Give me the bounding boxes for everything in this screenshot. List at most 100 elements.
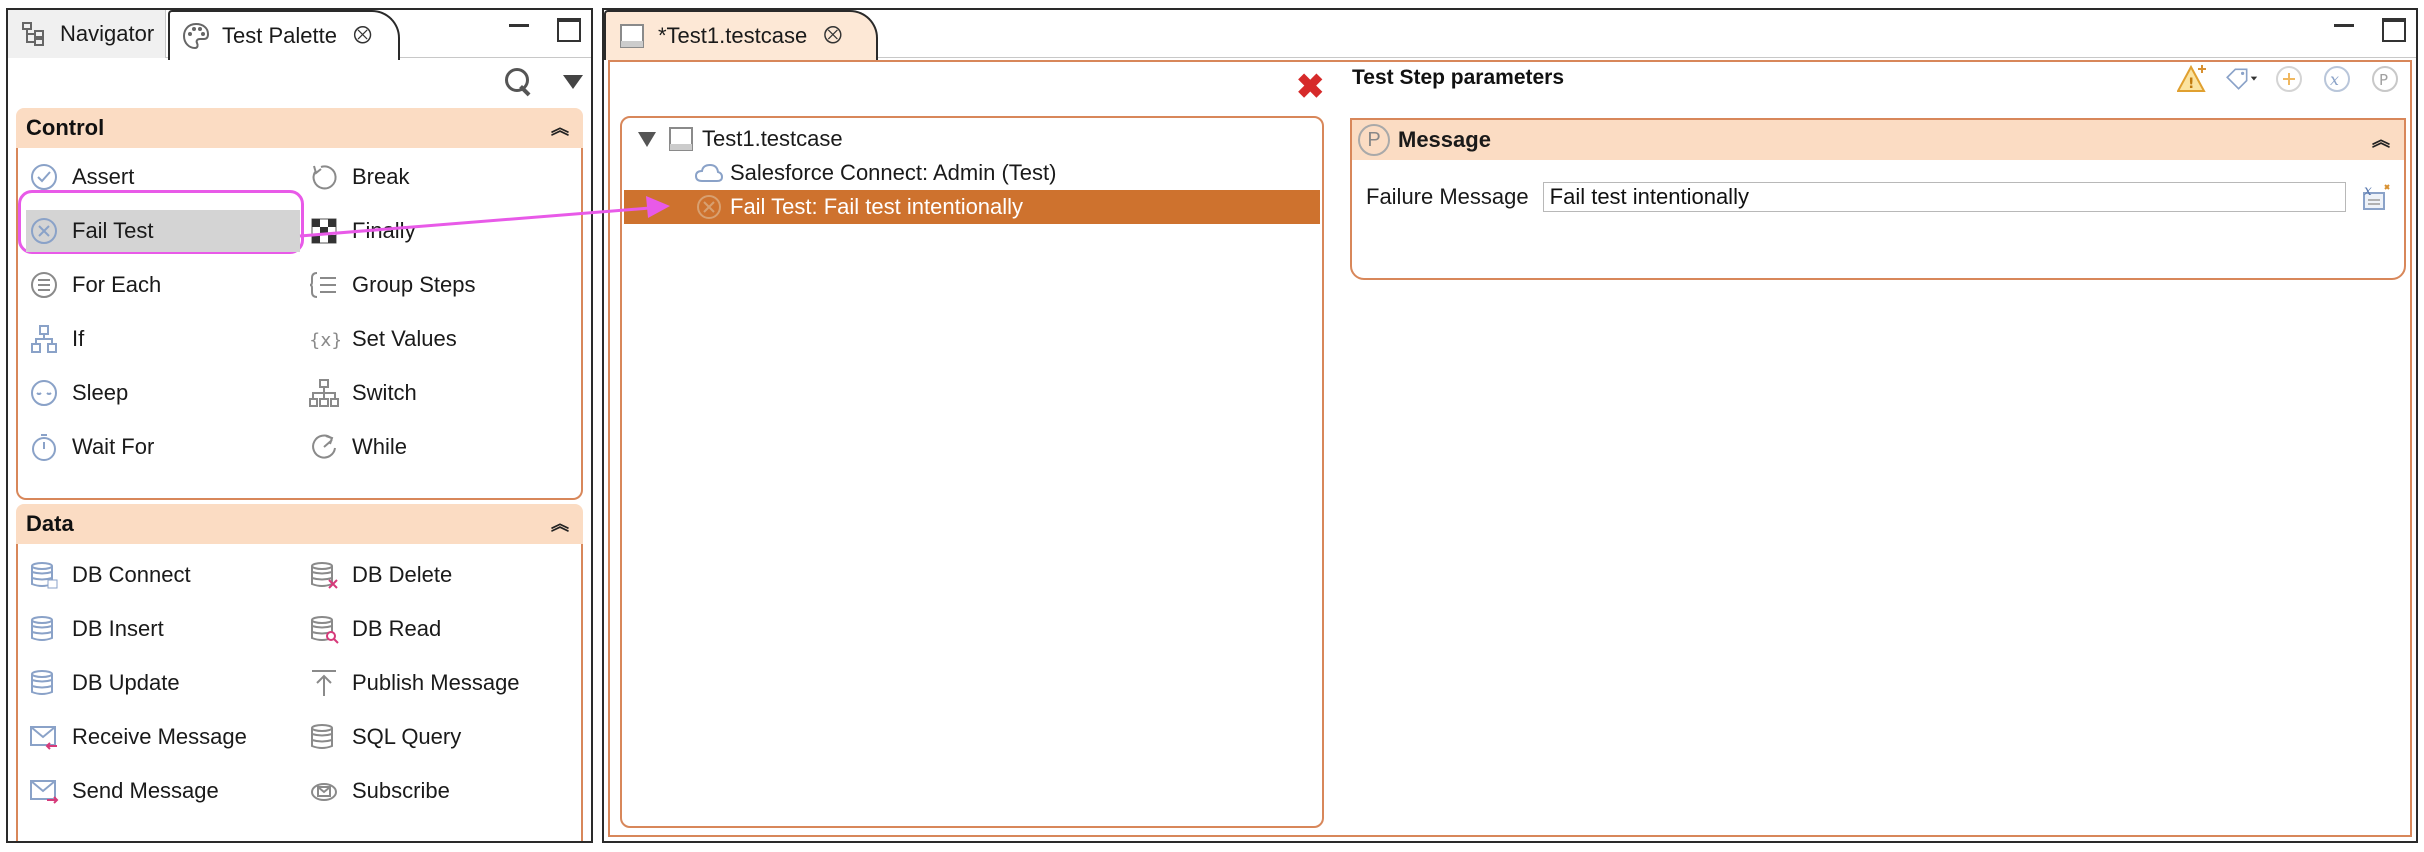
palette-item-for-each[interactable]: For Each bbox=[26, 264, 161, 306]
db-delete-icon bbox=[306, 557, 342, 593]
fail-test-icon bbox=[26, 213, 62, 249]
palette-item-publish-message[interactable]: Publish Message bbox=[306, 662, 520, 704]
testcase-icon bbox=[666, 124, 696, 154]
search-icon[interactable] bbox=[503, 66, 535, 98]
left-window-buttons bbox=[507, 18, 581, 42]
navigator-icon bbox=[18, 18, 50, 50]
svg-text:P: P bbox=[2379, 71, 2388, 89]
sql-query-icon bbox=[306, 719, 342, 755]
set-values-icon: {x} bbox=[306, 321, 342, 357]
palette-item-finally[interactable]: Finally bbox=[306, 210, 416, 252]
palette-item-label: If bbox=[72, 326, 85, 351]
palette-item-label: Finally bbox=[352, 218, 416, 243]
collapse-icon[interactable]: ︽ bbox=[2372, 131, 2390, 149]
palette-item-send-message[interactable]: Send Message bbox=[26, 770, 219, 812]
svg-text:!: ! bbox=[2188, 76, 2194, 92]
palette-item-set-values[interactable]: {x} Set Values bbox=[306, 318, 457, 360]
minimize-icon[interactable] bbox=[507, 18, 531, 42]
palette-item-switch[interactable]: Switch bbox=[306, 372, 417, 414]
db-connect-icon bbox=[26, 557, 62, 593]
tree-root[interactable]: Test1.testcase bbox=[638, 122, 843, 156]
control-section-header[interactable]: Control ︽ bbox=[16, 108, 583, 148]
switch-icon bbox=[306, 375, 342, 411]
tab-testcase[interactable]: *Test1.testcase ⮾ bbox=[604, 10, 878, 60]
palette-item-label: Break bbox=[352, 164, 410, 189]
palette-item-label: SQL Query bbox=[352, 724, 462, 749]
control-section-title: Control bbox=[26, 115, 105, 140]
wait-for-icon bbox=[26, 429, 62, 465]
data-section-header[interactable]: Data ︽ bbox=[16, 504, 583, 544]
group-steps-icon bbox=[306, 267, 342, 303]
palette-item-db-connect[interactable]: DB Connect bbox=[26, 554, 191, 596]
palette-item-sql-query[interactable]: SQL Query bbox=[306, 716, 461, 758]
palette-item-label: Wait For bbox=[72, 434, 155, 459]
message-section-title: Message bbox=[1398, 127, 1491, 152]
svg-text:x: x bbox=[2330, 70, 2339, 89]
palette-item-label: Assert bbox=[72, 164, 135, 189]
minimize-icon[interactable] bbox=[2332, 18, 2356, 42]
palette-item-label: While bbox=[352, 434, 408, 459]
failure-message-label: Failure Message bbox=[1366, 184, 1529, 209]
fail-test-icon bbox=[694, 192, 724, 222]
palette-item-assert[interactable]: Assert bbox=[26, 156, 134, 198]
tab-testcase-label: *Test1.testcase bbox=[658, 23, 808, 48]
db-read-icon bbox=[306, 611, 342, 647]
palette-item-db-read[interactable]: DB Read bbox=[306, 608, 441, 650]
testcase-icon bbox=[616, 20, 648, 52]
palette-item-db-delete[interactable]: DB Delete bbox=[306, 554, 452, 596]
svg-text:x: x bbox=[2364, 183, 2372, 199]
palette-item-subscribe[interactable]: Subscribe bbox=[306, 770, 450, 812]
chevron-down-icon[interactable] bbox=[563, 75, 583, 89]
maximize-icon[interactable] bbox=[2382, 18, 2406, 42]
delete-icon[interactable]: ✖ bbox=[1296, 70, 1325, 104]
assert-icon bbox=[26, 159, 62, 195]
message-section-title-group: P Message bbox=[1358, 124, 1491, 156]
failure-message-input[interactable] bbox=[1542, 182, 2346, 212]
palette-item-if[interactable]: If bbox=[26, 318, 84, 360]
tree-item-fail-test[interactable]: Fail Test: Fail test intentionally bbox=[624, 190, 1320, 224]
collapse-icon[interactable]: ︽ bbox=[551, 119, 569, 137]
palette-item-receive-message[interactable]: Receive Message bbox=[26, 716, 247, 758]
add-step-icon[interactable] bbox=[2272, 62, 2306, 96]
tab-test-palette[interactable]: Test Palette ⮾ bbox=[168, 10, 400, 60]
send-message-icon bbox=[26, 773, 62, 809]
editor-window-buttons bbox=[2332, 18, 2406, 42]
close-icon[interactable]: ⮾ bbox=[353, 22, 372, 50]
test-step-tree: Test1.testcase Salesforce Connect: Admin… bbox=[620, 116, 1324, 828]
tree-item-label: Fail Test: Fail test intentionally bbox=[730, 194, 1024, 219]
receive-message-icon bbox=[26, 719, 62, 755]
warning-add-icon[interactable]: ! bbox=[2176, 62, 2210, 96]
property-icon[interactable]: P bbox=[2368, 62, 2402, 96]
svg-text:{x}: {x} bbox=[309, 330, 340, 351]
data-section-title: Data bbox=[26, 511, 74, 536]
params-title: Test Step parameters bbox=[1352, 66, 1565, 89]
expand-arrow-icon[interactable] bbox=[638, 131, 656, 147]
palette-item-wait-for[interactable]: Wait For bbox=[26, 426, 154, 468]
palette-item-db-insert[interactable]: DB Insert bbox=[26, 608, 164, 650]
palette-item-break[interactable]: Break bbox=[306, 156, 409, 198]
for-each-icon bbox=[26, 267, 62, 303]
tag-icon[interactable] bbox=[2224, 62, 2258, 96]
palette-item-label: Switch bbox=[352, 380, 417, 405]
palette-toolbar bbox=[503, 66, 583, 98]
maximize-icon[interactable] bbox=[557, 18, 581, 42]
publish-message-icon bbox=[306, 665, 342, 701]
palette-item-while[interactable]: While bbox=[306, 426, 407, 468]
failure-message-row: Failure Message x bbox=[1366, 180, 2394, 214]
variable-icon[interactable]: x bbox=[2320, 62, 2354, 96]
close-icon[interactable]: ⮾ bbox=[823, 22, 842, 50]
palette-item-group-steps[interactable]: Group Steps bbox=[306, 264, 476, 306]
message-section: P Message ︽ Failure Message x bbox=[1350, 118, 2406, 280]
palette-item-label: DB Insert bbox=[72, 616, 164, 641]
palette-item-label: Fail Test bbox=[72, 218, 154, 243]
insert-variable-icon[interactable]: x bbox=[2360, 180, 2394, 214]
tree-root-label: Test1.testcase bbox=[702, 126, 843, 151]
tab-navigator[interactable]: Navigator bbox=[8, 10, 166, 58]
palette-item-db-update[interactable]: DB Update bbox=[26, 662, 180, 704]
message-section-header[interactable]: P Message ︽ bbox=[1352, 120, 2404, 160]
tree-item-salesforce-connect[interactable]: Salesforce Connect: Admin (Test) bbox=[694, 156, 1056, 190]
finally-icon bbox=[306, 213, 342, 249]
palette-item-fail-test[interactable]: Fail Test bbox=[26, 210, 300, 252]
palette-item-sleep[interactable]: Sleep bbox=[26, 372, 128, 414]
collapse-icon[interactable]: ︽ bbox=[551, 515, 569, 533]
